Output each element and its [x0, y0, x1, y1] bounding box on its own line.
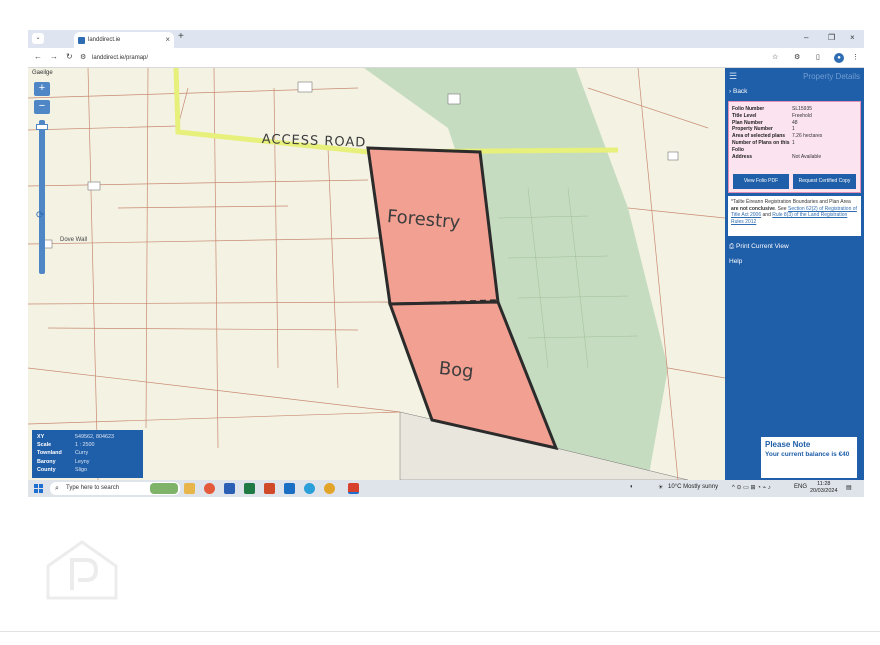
- reload-icon[interactable]: ↻: [66, 52, 73, 61]
- scanned-page: ⌄ landdirect.ie × + – ❐ × ← → ↻ ⚙ landdi…: [0, 0, 880, 645]
- back-link[interactable]: › Back: [729, 88, 747, 95]
- extensions-icon[interactable]: ⚙: [794, 53, 800, 61]
- edge-icon[interactable]: [304, 483, 315, 494]
- taskbar-search-box[interactable]: ⌕ Type here to search: [50, 482, 180, 495]
- folio-row: Address Not Available: [732, 153, 822, 160]
- balance-notice: Please Note Your current balance is €40: [761, 437, 857, 478]
- hamburger-menu-icon[interactable]: ☰: [729, 71, 737, 82]
- folio-row: Plan Number 48: [732, 119, 798, 126]
- site-info-icon[interactable]: ⚙: [80, 53, 86, 61]
- please-note-title: Please Note: [765, 440, 811, 449]
- tab-landdirect[interactable]: landdirect.ie ×: [74, 32, 174, 48]
- handwritten-bog-label: Bog: [437, 358, 475, 383]
- help-link[interactable]: Help: [729, 258, 742, 265]
- browser-title-bar: ⌄ landdirect.ie × + – ❐ ×: [28, 30, 864, 48]
- folio-row: Folio Number SL15935: [732, 106, 813, 112]
- windows-start-icon[interactable]: [34, 484, 43, 493]
- firefox-icon[interactable]: [204, 483, 215, 494]
- info-row-townland: Townland Curry: [37, 450, 89, 457]
- zoom-slider-track[interactable]: [39, 120, 45, 274]
- browser-menu-icon[interactable]: ⋮: [852, 53, 859, 61]
- registration-note: *Tailte Éireann Registration Boundaries …: [728, 196, 861, 236]
- profile-avatar[interactable]: ●: [834, 53, 844, 63]
- close-window-button[interactable]: ×: [850, 33, 855, 42]
- map-canvas[interactable]: [28, 68, 725, 480]
- folio-row: Title Level Freehold: [732, 112, 812, 119]
- request-certified-copy-button[interactable]: Request Certified Copy: [793, 174, 856, 189]
- site-favicon-icon: [78, 37, 85, 44]
- taskbar-clock[interactable]: 11:28 20/03/2024: [810, 481, 838, 495]
- excel-icon[interactable]: [244, 483, 255, 494]
- browser-toolbar: ← → ↻ ⚙ landdirect.ie/pramap/ ☆ ⚙ ▯ ● ⋮: [28, 48, 864, 68]
- page-rule: [0, 631, 880, 632]
- zoom-slider-thumb[interactable]: [36, 124, 48, 130]
- language-toggle[interactable]: Gaeilge: [32, 70, 53, 76]
- place-label: Dove Wall: [60, 237, 88, 243]
- search-highlight-image: [150, 483, 178, 494]
- powerpoint-icon[interactable]: [264, 483, 275, 494]
- sidebar-icon[interactable]: ▯: [816, 53, 820, 61]
- zoom-in-button[interactable]: +: [34, 82, 50, 96]
- weather-icon[interactable]: ☀: [658, 484, 663, 491]
- property-details-panel: ☰ Property Details › Back Folio Number SL…: [725, 68, 864, 480]
- chrome-icon[interactable]: [324, 483, 335, 494]
- printer-icon: ⎙: [729, 243, 735, 250]
- panel-title: Property Details: [803, 72, 860, 81]
- property-watermark-logo-icon: [46, 540, 118, 600]
- search-icon: ⌕: [55, 485, 59, 492]
- folio-details-box: Folio Number SL15935 Title Level Freehold …: [728, 101, 861, 193]
- folio-row: Number of Plans on this Folio 1: [732, 139, 795, 153]
- balance-text: Your current balance is €40: [765, 451, 850, 458]
- print-current-view-link[interactable]: ⎙ Print Current View: [729, 243, 789, 251]
- refresh-map-icon[interactable]: ⟳: [36, 210, 44, 221]
- chrome-active-icon[interactable]: [348, 483, 359, 494]
- info-row-county: County Sligo: [37, 466, 87, 473]
- maximize-button[interactable]: ❐: [828, 33, 835, 42]
- info-row-xy: XY 549562, 804623: [37, 434, 114, 440]
- info-row-scale: Scale 1 : 2500: [37, 442, 95, 449]
- notifications-icon[interactable]: ▤: [846, 484, 852, 491]
- tab-close-icon[interactable]: ×: [165, 32, 170, 48]
- zoom-out-button[interactable]: −: [34, 100, 50, 114]
- outlook-icon[interactable]: [284, 483, 295, 494]
- file-explorer-icon[interactable]: [184, 483, 195, 494]
- folio-row: Area of selected plans 7.26 hectares: [732, 133, 823, 140]
- new-tab-button[interactable]: +: [178, 31, 184, 42]
- folio-row: Property Number 1: [732, 126, 795, 133]
- bookmark-star-icon[interactable]: ☆: [772, 53, 778, 61]
- back-arrow-icon[interactable]: ←: [34, 52, 42, 61]
- map-view[interactable]: Gaeilge + − ⟳ Dove Wall ACCESS ROAD Fore…: [28, 68, 725, 480]
- input-language[interactable]: ENG: [794, 484, 807, 490]
- view-folio-pdf-button[interactable]: View Folio PDF: [733, 174, 789, 189]
- info-row-barony: Barony Leyny: [37, 458, 90, 465]
- url-bar[interactable]: landdirect.ie/pramap/: [92, 52, 732, 64]
- chevron-right-icon: ›: [729, 88, 732, 95]
- tab-menu-chevron-icon[interactable]: ⌄: [32, 33, 44, 44]
- word-icon[interactable]: [224, 483, 235, 494]
- forward-arrow-icon[interactable]: →: [50, 52, 58, 61]
- tab-title: landdirect.ie: [88, 37, 121, 43]
- notification-app-icon[interactable]: ◐: [630, 484, 634, 490]
- windows-taskbar: ⌕ Type here to search ◐ ☀ 10°C Mostly su…: [28, 480, 864, 497]
- system-tray-icons[interactable]: ^ ⊙ ▭ ⊞ ◔ ⌁ ♪: [732, 484, 771, 491]
- minimize-button[interactable]: –: [804, 33, 808, 42]
- map-info-box: XY 549562, 804623 Scale 1 : 2500 Townland C…: [32, 430, 143, 478]
- weather-text[interactable]: 10°C Mostly sunny: [668, 484, 718, 490]
